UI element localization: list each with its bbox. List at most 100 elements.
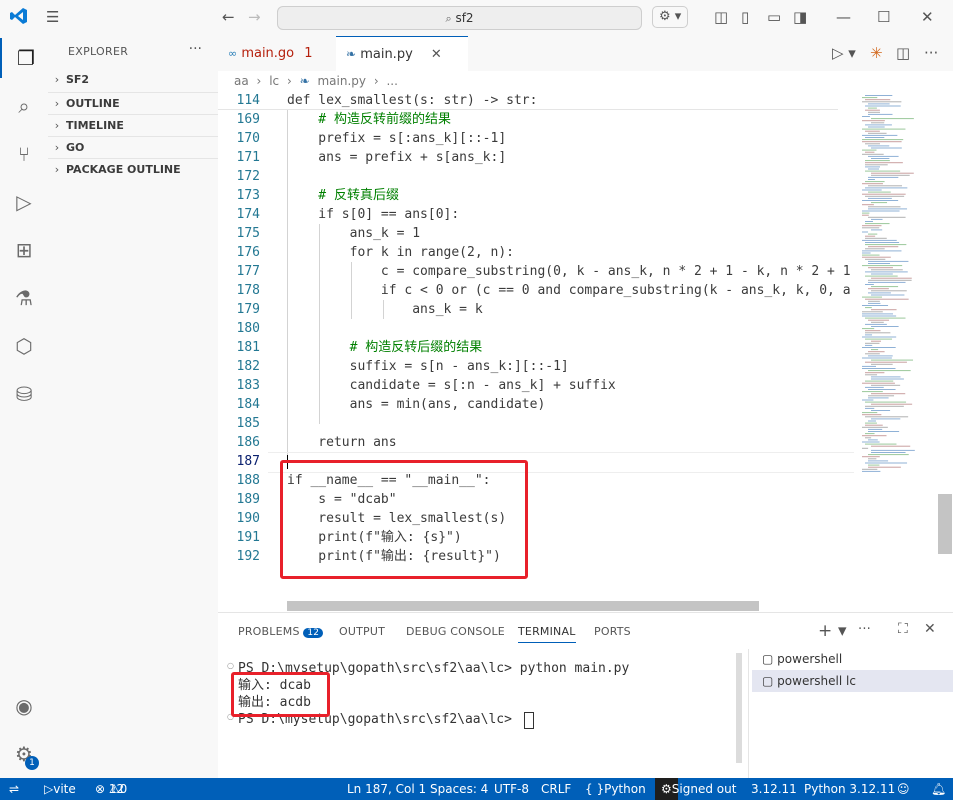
command-center-search[interactable]: ⌕ sf2 (277, 6, 642, 30)
section-outline[interactable]: › OUTLINE (48, 92, 218, 115)
cursor-position[interactable]: Ln 187, Col 1 (347, 778, 426, 800)
account-status[interactable]: ⚙ Signed out (655, 778, 736, 800)
more-actions-icon[interactable]: ··· (189, 41, 202, 57)
minimap[interactable] (856, 91, 938, 601)
explorer-icon[interactable]: ❐ (0, 38, 50, 78)
menu-icon[interactable]: ☰ (46, 8, 59, 26)
section-go[interactable]: › GO (48, 136, 218, 159)
minimap-line (862, 414, 882, 416)
minimap-line (868, 458, 877, 460)
customize-layout-icon[interactable]: ◫ (714, 8, 728, 26)
minimize-icon[interactable]: — (836, 8, 851, 26)
close-tab-icon[interactable]: ✕ (431, 47, 442, 62)
code-line: # 反转真后缀 (287, 188, 399, 203)
minimap-line (865, 416, 909, 418)
tab-output[interactable]: OUTPUT (339, 625, 385, 638)
more-actions-icon[interactable]: ··· (858, 622, 871, 637)
tab-terminal[interactable]: TERMINAL (518, 625, 576, 643)
minimap-line (871, 393, 906, 395)
minimap-line (865, 124, 892, 126)
code-line: # 构造反转前缀的结果 (287, 112, 451, 127)
terminal-list-item[interactable]: ▢ powershell (752, 648, 953, 670)
code-line: ans_k = k (287, 302, 483, 317)
remote-explorer-icon[interactable]: ⬡ (0, 326, 48, 366)
minimap-line (865, 109, 880, 111)
minimap-line (868, 281, 906, 283)
section-sf2[interactable]: › SF2 (48, 69, 218, 91)
copilot-sparkle-icon[interactable]: ✳ (870, 36, 883, 71)
toggle-secondary-sidebar-icon[interactable]: ◨ (793, 8, 807, 26)
python-interpreter[interactable]: Python 3.12.11 (804, 778, 895, 800)
editor-vertical-scrollbar[interactable] (938, 494, 952, 554)
minimap-line (871, 269, 903, 271)
account-icon[interactable]: ◉ (0, 686, 48, 726)
minimap-line (862, 265, 903, 267)
encoding[interactable]: UTF-8 (494, 778, 529, 800)
minimap-line (862, 128, 906, 130)
breadcrumb-item[interactable]: ... (386, 74, 397, 88)
close-panel-icon[interactable]: ✕ (924, 621, 936, 637)
minimap-line (868, 132, 887, 134)
vite-status[interactable]: ▷ vite (44, 778, 76, 800)
copilot-status-icon[interactable]: ☺ (897, 778, 910, 800)
source-control-icon[interactable]: ⑂ (0, 134, 48, 174)
maximize-icon[interactable]: ☐ (877, 8, 890, 26)
toggle-panel-icon[interactable]: ▭ (767, 8, 781, 26)
code-editor[interactable]: 114 169 170 171 172 173 174 175 176 177 … (218, 91, 953, 612)
minimap-line (868, 395, 895, 397)
section-package-outline[interactable]: › PACKAGE OUTLINE (48, 158, 218, 181)
minimap-line (862, 120, 885, 122)
run-debug-icon[interactable]: ▷ (0, 182, 48, 222)
language-mode[interactable]: { } Python (585, 778, 646, 800)
minimap-line (862, 204, 874, 206)
forward-arrow-icon[interactable]: → (248, 8, 261, 26)
settings-gear-icon[interactable]: ⚙ (0, 734, 48, 774)
breadcrumb-item[interactable]: lc (269, 74, 279, 88)
minimap-line (865, 338, 893, 340)
minimap-line (865, 164, 888, 166)
python-version[interactable]: 3.12.11 (751, 778, 797, 800)
minimap-line (868, 389, 896, 390)
minimap-line (865, 462, 908, 464)
minimap-line (868, 260, 909, 262)
notifications-bell-icon[interactable]: 🔔︎ (931, 778, 946, 800)
terminal-name: powershell (777, 652, 843, 666)
editor-horizontal-scrollbar[interactable] (287, 601, 759, 611)
minimap-line (862, 468, 878, 470)
search-icon[interactable]: ⌕ (0, 86, 48, 126)
copilot-icon[interactable]: ⚙ ▾ (652, 6, 689, 28)
breadcrumb-item[interactable]: aa (234, 74, 249, 88)
section-timeline[interactable]: › TIMELINE (48, 114, 218, 137)
terminal-list-item[interactable]: ▢ powershell lc (752, 670, 953, 692)
extensions-icon[interactable]: ⊞ (0, 230, 48, 270)
minimap-line (871, 349, 879, 351)
new-terminal-icon[interactable]: + ▾ (818, 621, 847, 641)
minimap-line (865, 386, 884, 388)
more-actions-icon[interactable]: ··· (924, 36, 938, 71)
line-endings[interactable]: CRLF (541, 778, 571, 800)
minimap-line (865, 323, 887, 325)
tab-debug-console[interactable]: DEBUG CONSOLE (406, 625, 505, 638)
tab-main-go[interactable]: ∞ main.go 1 (218, 36, 347, 71)
minimap-line (865, 443, 897, 445)
toggle-sidebar-icon[interactable]: ▯ (741, 8, 749, 26)
code-line: def lex_smallest(s: str) -> str: (287, 93, 538, 108)
breadcrumb-item[interactable]: main.py (317, 74, 366, 88)
indentation[interactable]: Spaces: 4 (430, 778, 488, 800)
back-arrow-icon[interactable]: ← (222, 8, 235, 26)
chevron-right-icon: › (54, 97, 60, 110)
minimap-line (862, 153, 884, 155)
maximize-panel-icon[interactable]: ⛶ (898, 621, 908, 637)
database-icon[interactable]: ⛁ (0, 374, 48, 414)
split-editor-icon[interactable]: ◫ (896, 36, 910, 71)
close-icon[interactable]: ✕ (921, 8, 934, 26)
remote-indicator-icon[interactable]: ⇌ (9, 778, 19, 800)
minimap-line (868, 351, 885, 353)
problems-status[interactable]: ⊗ 12 ⚠ 0 (95, 778, 127, 800)
tab-ports[interactable]: PORTS (594, 625, 631, 638)
run-python-icon[interactable]: ▷ ▾ (832, 36, 856, 71)
tab-problems[interactable]: PROBLEMS 12 (238, 625, 324, 640)
tab-main-py[interactable]: ❧ main.py ✕ (336, 36, 468, 72)
terminal-scrollbar[interactable] (736, 653, 742, 763)
testing-icon[interactable]: ⚗ (0, 278, 48, 318)
